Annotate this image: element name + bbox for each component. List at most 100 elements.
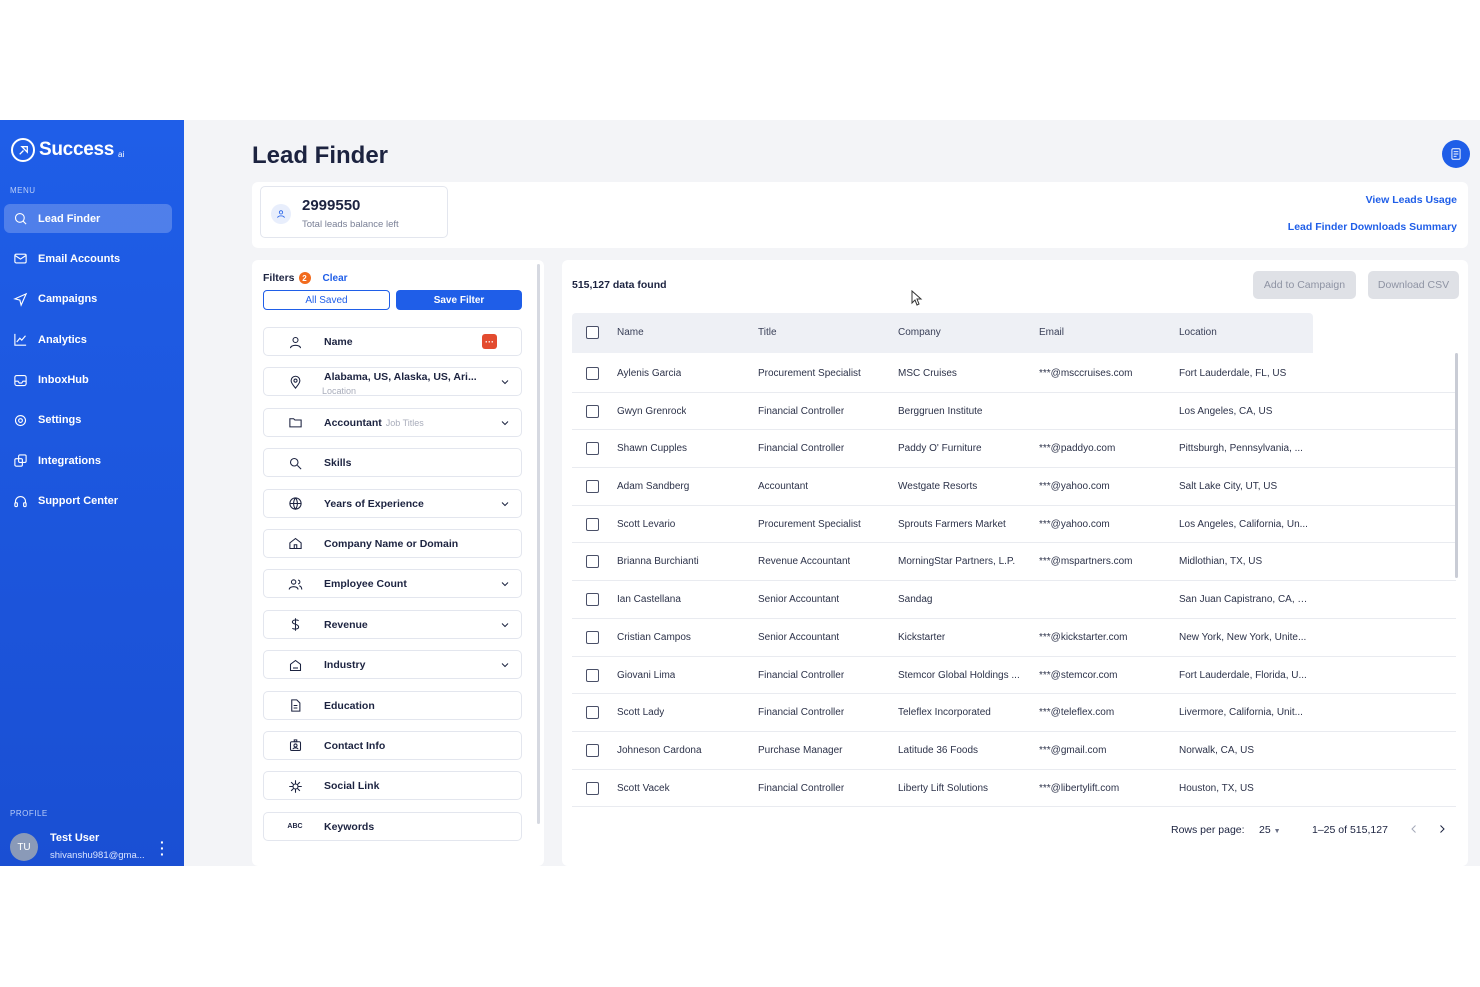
contact-card-icon bbox=[287, 738, 303, 754]
user-email: shivanshu981@gma... bbox=[50, 850, 145, 861]
cell-location: Los Angeles, California, Un... bbox=[1179, 518, 1308, 530]
filter-years-experience[interactable]: Years of Experience bbox=[263, 488, 522, 518]
filter-keywords[interactable]: ABC Keywords bbox=[263, 811, 522, 841]
row-checkbox[interactable] bbox=[586, 442, 599, 456]
row-checkbox[interactable] bbox=[586, 517, 599, 531]
table-row[interactable]: Giovani Lima Financial Controller Stemcor … bbox=[572, 657, 1456, 695]
table-row[interactable]: Johneson Cardona Purchase Manager Latitude… bbox=[572, 732, 1456, 770]
row-checkbox[interactable] bbox=[586, 480, 599, 494]
sidebar-item-label: InboxHub bbox=[38, 374, 89, 387]
cell-title: Procurement Specialist bbox=[758, 518, 861, 530]
table-row[interactable]: Cristian Campos Senior Accountant Kickstar… bbox=[572, 619, 1456, 657]
filter-sublabel: Job Titles bbox=[385, 417, 424, 428]
chevron-down-icon[interactable] bbox=[499, 659, 511, 671]
rows-per-page-select[interactable]: 25 ▼ bbox=[1259, 824, 1281, 836]
column-header-location[interactable]: Location bbox=[1179, 327, 1217, 338]
filter-industry[interactable]: Industry bbox=[263, 650, 522, 680]
cell-location: New York, New York, Unite... bbox=[1179, 631, 1307, 643]
globe-icon bbox=[287, 496, 303, 512]
view-leads-usage-link[interactable]: View Leads Usage bbox=[1366, 194, 1457, 206]
more-options-icon[interactable]: · · · bbox=[160, 835, 166, 861]
filter-label: Industry bbox=[324, 659, 366, 672]
download-csv-button[interactable]: Download CSV bbox=[1368, 271, 1459, 299]
table-scrollbar[interactable] bbox=[1455, 353, 1458, 578]
abc-icon: ABC bbox=[287, 823, 303, 831]
table-row[interactable]: Scott Lady Financial Controller Teleflex I… bbox=[572, 694, 1456, 732]
search-icon bbox=[287, 455, 303, 471]
sidebar-item-campaigns[interactable]: Campaigns bbox=[4, 285, 172, 314]
sidebar-item-label: Analytics bbox=[38, 333, 87, 346]
table-row[interactable]: Gwyn Grenrock Financial Controller Berggru… bbox=[572, 393, 1456, 431]
filter-job-titles[interactable]: Accountant Job Titles bbox=[263, 407, 522, 437]
filters-scrollbar[interactable] bbox=[537, 264, 540, 824]
app-logo[interactable]: Success ai bbox=[11, 138, 124, 162]
app-window: Success ai MENU Lead Finder Email Accoun… bbox=[0, 120, 1480, 866]
table-row[interactable]: Aylenis Garcia Procurement Specialist MSC … bbox=[572, 355, 1456, 393]
row-checkbox[interactable] bbox=[586, 743, 599, 757]
all-saved-button[interactable]: All Saved bbox=[263, 290, 390, 310]
filter-label: Accountant bbox=[324, 416, 382, 429]
filter-revenue[interactable]: Revenue bbox=[263, 609, 522, 639]
filter-contact-info[interactable]: Contact Info bbox=[263, 730, 522, 760]
app-name: Success bbox=[39, 139, 115, 160]
cell-location: Fort Lauderdale, FL, US bbox=[1179, 368, 1287, 379]
filter-location[interactable]: Alabama, US, Alaska, US, Ari... Location bbox=[263, 367, 522, 397]
downloads-summary-link[interactable]: Lead Finder Downloads Summary bbox=[1288, 221, 1457, 233]
filter-employee-count[interactable]: Employee Count bbox=[263, 569, 522, 599]
table-row[interactable]: Scott Vacek Financial Controller Liberty L… bbox=[572, 770, 1456, 808]
sidebar-item-lead-finder[interactable]: Lead Finder bbox=[4, 204, 172, 233]
filter-label: Skills bbox=[324, 457, 352, 470]
cell-company: Liberty Lift Solutions bbox=[898, 782, 989, 794]
app-name-suffix: ai bbox=[118, 149, 125, 159]
sidebar-item-support-center[interactable]: Support Center bbox=[4, 487, 172, 516]
sidebar-item-inboxhub[interactable]: InboxHub bbox=[4, 366, 172, 395]
table-row[interactable]: Shawn Cupples Financial Controller Paddy O… bbox=[572, 430, 1456, 469]
column-header-company[interactable]: Company bbox=[898, 327, 941, 338]
row-checkbox[interactable] bbox=[586, 668, 599, 682]
chevron-down-icon[interactable] bbox=[499, 578, 511, 590]
chevron-down-icon[interactable] bbox=[499, 498, 511, 510]
row-checkbox[interactable] bbox=[586, 404, 599, 418]
prev-page-icon[interactable] bbox=[1408, 822, 1420, 834]
column-header-title[interactable]: Title bbox=[758, 327, 777, 338]
user-profile[interactable]: TU Test User shivanshu981@gma... · · · bbox=[10, 831, 180, 861]
results-count: 515,127 data found bbox=[572, 279, 667, 291]
filters-header: Filters 2 Clear bbox=[263, 272, 348, 284]
cell-title: Accountant bbox=[758, 481, 809, 493]
row-checkbox[interactable] bbox=[586, 706, 599, 720]
select-all-checkbox[interactable] bbox=[586, 326, 599, 339]
row-checkbox[interactable] bbox=[586, 630, 599, 644]
filter-sublabel: Location bbox=[322, 386, 357, 397]
table-row[interactable]: Scott Levario Procurement Specialist Sprou… bbox=[572, 506, 1456, 544]
table-row[interactable]: Adam Sandberg Accountant Westgate Resorts *… bbox=[572, 468, 1456, 506]
chevron-down-icon[interactable] bbox=[499, 417, 511, 429]
column-header-email[interactable]: Email bbox=[1039, 327, 1064, 338]
row-checkbox[interactable] bbox=[586, 781, 599, 795]
filter-label: Years of Experience bbox=[324, 497, 424, 510]
cell-email: ***@teleflex.com bbox=[1039, 707, 1115, 719]
filter-education[interactable]: Education bbox=[263, 690, 522, 720]
chevron-down-icon[interactable] bbox=[499, 619, 511, 631]
more-horizontal-icon[interactable]: ··· bbox=[482, 334, 497, 349]
filter-name[interactable]: Name ··· bbox=[263, 327, 522, 356]
filter-social-link[interactable]: Social Link bbox=[263, 771, 522, 801]
table-row[interactable]: Brianna Burchianti Revenue Accountant Morn… bbox=[572, 543, 1456, 582]
filter-skills[interactable]: Skills bbox=[263, 448, 522, 478]
sidebar-item-integrations[interactable]: Integrations bbox=[4, 446, 172, 475]
chevron-down-icon[interactable] bbox=[499, 376, 511, 388]
filter-company[interactable]: Company Name or Domain bbox=[263, 528, 522, 558]
document-icon-button[interactable] bbox=[1442, 140, 1470, 168]
sidebar-item-settings[interactable]: Settings bbox=[4, 406, 172, 435]
column-header-name[interactable]: Name bbox=[617, 327, 644, 338]
sidebar-item-email-accounts[interactable]: Email Accounts bbox=[4, 244, 172, 273]
row-checkbox[interactable] bbox=[586, 593, 599, 607]
next-page-icon[interactable] bbox=[1436, 822, 1448, 834]
add-to-campaign-button[interactable]: Add to Campaign bbox=[1253, 271, 1356, 299]
sidebar-item-analytics[interactable]: Analytics bbox=[4, 325, 172, 354]
table-row[interactable]: Ian Castellana Senior Accountant Sandag San… bbox=[572, 581, 1456, 619]
clear-filters-link[interactable]: Clear bbox=[323, 273, 348, 284]
row-checkbox[interactable] bbox=[586, 367, 599, 380]
cell-name: Scott Levario bbox=[617, 518, 676, 530]
row-checkbox[interactable] bbox=[586, 555, 599, 569]
save-filter-button[interactable]: Save Filter bbox=[396, 290, 522, 310]
